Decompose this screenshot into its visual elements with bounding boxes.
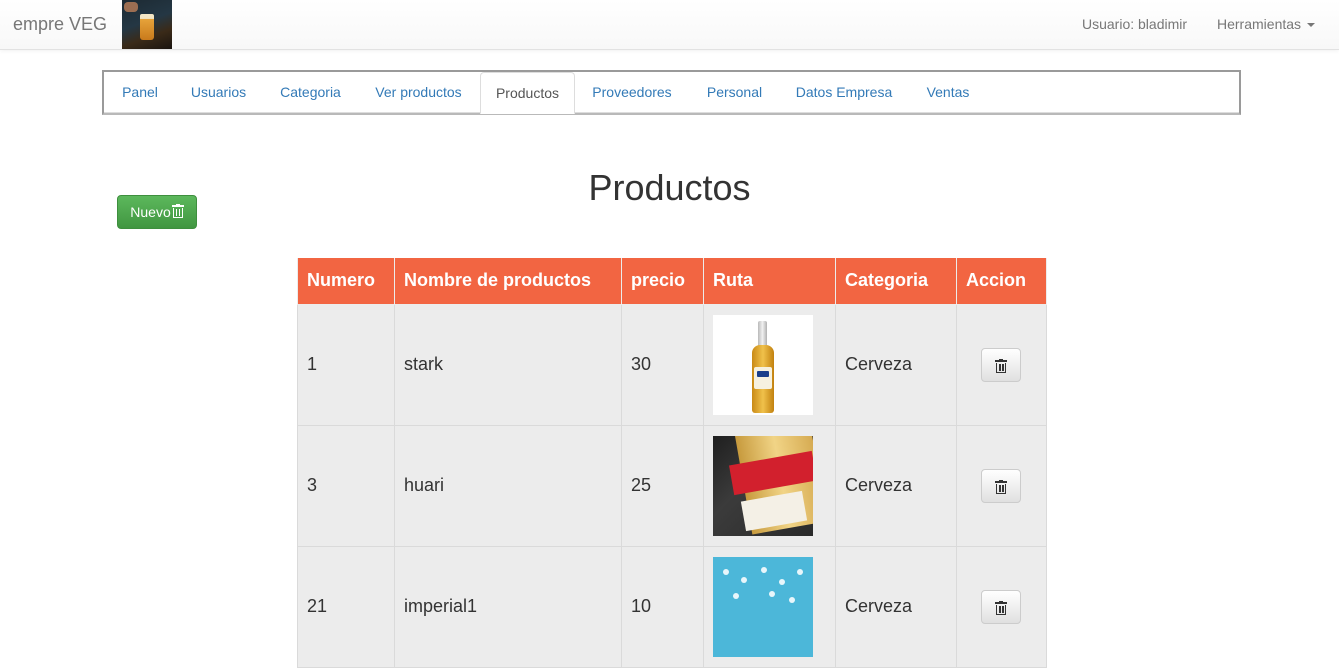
cell-categoria: Cerveza: [835, 303, 957, 426]
tab-usuarios[interactable]: Usuarios: [174, 72, 263, 113]
column-header-nombre: Nombre de productos: [394, 258, 622, 305]
tab-personal[interactable]: Personal: [687, 72, 782, 113]
column-header-precio: precio: [621, 258, 704, 305]
trash-icon: [995, 600, 1007, 615]
top-navbar: empre VEG Usuario: bladimir Herramientas: [0, 0, 1339, 50]
cell-numero: 3: [297, 424, 395, 547]
cell-accion: [956, 303, 1047, 426]
column-header-categoria: Categoria: [835, 258, 957, 305]
cell-ruta: [703, 303, 836, 426]
tab-ver-productos[interactable]: Ver productos: [358, 72, 479, 113]
brand-name[interactable]: empre VEG: [13, 14, 107, 35]
column-header-ruta: Ruta: [703, 258, 836, 305]
user-label[interactable]: Usuario: bladimir: [1082, 16, 1187, 32]
trash-icon: [171, 204, 184, 218]
tab-datos-empresa[interactable]: Datos Empresa: [782, 72, 906, 113]
brand-logo-image: [122, 0, 172, 49]
column-header-numero: Numero: [297, 258, 395, 305]
caret-down-icon: [1307, 23, 1316, 28]
cell-ruta: [703, 545, 836, 668]
cell-nombre: imperial1: [394, 545, 622, 668]
trash-icon: [995, 358, 1007, 373]
product-image-huari-can: [713, 435, 813, 536]
cell-precio: 10: [621, 545, 704, 668]
cell-categoria: Cerveza: [835, 545, 957, 668]
cell-accion: [956, 424, 1047, 547]
table-row: 21 imperial1 10 Cerveza: [297, 545, 1047, 668]
cell-accion: [956, 545, 1047, 668]
cell-numero: 1: [297, 303, 395, 426]
tab-proveedores[interactable]: Proveedores: [577, 72, 687, 113]
new-product-button[interactable]: Nuevo: [117, 195, 197, 229]
new-product-button-label: Nuevo: [130, 204, 171, 220]
cell-numero: 21: [297, 545, 395, 668]
products-table: Numero Nombre de productos precio Ruta C…: [297, 258, 1047, 668]
trash-icon: [995, 479, 1007, 494]
cell-nombre: stark: [394, 303, 622, 426]
table-row: 1 stark 30 Cerveza: [297, 303, 1047, 426]
delete-button[interactable]: [981, 589, 1021, 624]
tools-dropdown-label: Herramientas: [1217, 16, 1302, 32]
cell-precio: 30: [621, 303, 704, 426]
page-title: Productos: [588, 167, 751, 208]
tools-dropdown[interactable]: Herramientas: [1217, 16, 1316, 32]
tab-productos[interactable]: Productos: [480, 72, 575, 114]
tabs-panel: Panel Usuarios Categoria Ver productos P…: [102, 70, 1241, 115]
cell-categoria: Cerveza: [835, 424, 957, 547]
table-header-row: Numero Nombre de productos precio Ruta C…: [297, 258, 1047, 305]
cell-nombre: huari: [394, 424, 622, 547]
delete-button[interactable]: [981, 468, 1021, 503]
product-image-corona-bottle: [713, 314, 813, 415]
table-row: 3 huari 25 Cerveza: [297, 424, 1047, 547]
column-header-accion: Accion: [956, 258, 1047, 305]
tab-panel[interactable]: Panel: [106, 72, 174, 113]
delete-button[interactable]: [981, 347, 1021, 382]
cell-precio: 25: [621, 424, 704, 547]
product-image-imperial-icons: [713, 556, 813, 657]
cell-ruta: [703, 424, 836, 547]
tab-bar: Panel Usuarios Categoria Ver productos P…: [104, 72, 1239, 114]
tab-ventas[interactable]: Ventas: [906, 72, 990, 113]
tab-categoria[interactable]: Categoria: [263, 72, 358, 113]
